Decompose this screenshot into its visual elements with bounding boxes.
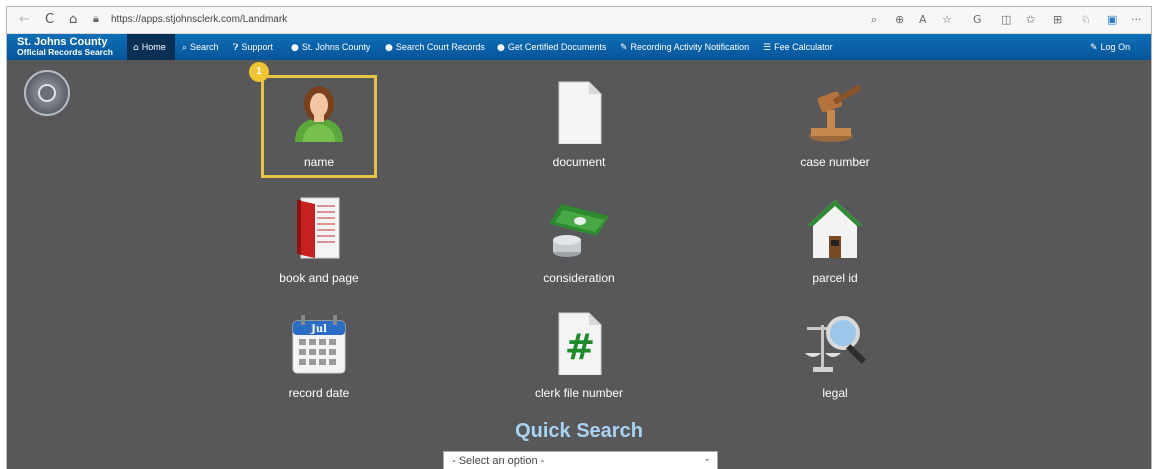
book-icon — [297, 197, 340, 259]
nav-st-johns-county-label: St. Johns County — [301, 42, 371, 52]
nav-home[interactable]: ⌂ Home — [127, 34, 175, 60]
quick-search-select[interactable]: - Select an option - ⌄ — [443, 451, 718, 469]
step-badge: 1 — [249, 62, 269, 82]
nav-recording-activity-notification[interactable]: ✎ Recording Activity Notification — [620, 34, 749, 60]
main-content: name 1 document case number book and pag… — [7, 60, 1151, 469]
scales-magnifier-icon — [805, 316, 866, 372]
document-icon — [558, 81, 602, 144]
home-icon: ⌂ — [133, 43, 139, 53]
gavel-icon — [809, 84, 862, 142]
back-icon[interactable]: ← — [19, 12, 30, 28]
money-icon — [549, 204, 609, 257]
calendar-icon: Jul — [292, 315, 346, 374]
tile-record-date[interactable]: Jul record date — [239, 305, 399, 410]
extension-icon[interactable]: ♘ — [1081, 13, 1091, 27]
quick-search-select-value: - Select an option - — [452, 455, 545, 467]
nav-support[interactable]: ❓︎ Support — [233, 34, 273, 60]
office-icon[interactable]: ▣ — [1107, 13, 1117, 27]
nav-search-court-records-label: Search Court Records — [395, 42, 485, 52]
nav-st-johns-county[interactable]: ● St. Johns County — [291, 34, 370, 60]
tile-case-number[interactable]: case number — [755, 74, 915, 179]
tile-clerk-file-number[interactable]: # clerk file number — [499, 305, 659, 410]
nav-search-court-records[interactable]: ● Search Court Records — [385, 34, 485, 60]
zoom-icon[interactable]: ⊕ — [895, 13, 904, 27]
wrench-icon: ✎ — [620, 43, 628, 53]
read-aloud-icon[interactable]: A — [919, 13, 927, 27]
globe-icon: ● — [497, 43, 505, 53]
nav-get-certified-documents[interactable]: ● Get Certified Documents — [497, 34, 606, 60]
tile-parcel-id[interactable]: parcel id — [755, 190, 915, 295]
list-icon: ☰ — [763, 43, 772, 53]
county-seal-logo — [24, 70, 70, 116]
nav-fee-calculator[interactable]: ☰ Fee Calculator — [763, 34, 833, 60]
globe-icon: ● — [385, 43, 393, 53]
site-navbar: St. Johns County Official Records Search… — [7, 34, 1151, 60]
collections-icon[interactable]: ⊞ — [1053, 13, 1062, 27]
home-icon[interactable]: ⌂ — [69, 12, 77, 28]
nav-search-label: Search — [190, 42, 219, 52]
address-bar[interactable]: https://apps.stjohnsclerk.com/Landmark — [111, 14, 287, 25]
lock-icon: 🔒︎ — [93, 12, 99, 25]
tile-consideration-label: consideration — [543, 271, 615, 285]
tile-clerk-file-number-label: clerk file number — [534, 386, 624, 400]
hash-symbol: # — [565, 327, 595, 368]
search-icon: ⌕ — [182, 43, 188, 53]
browser-window: ← C ⌂ 🔒︎ https://apps.stjohnsclerk.com/L… — [6, 6, 1152, 469]
focus-highlight — [261, 75, 377, 178]
tile-consideration[interactable]: consideration — [499, 190, 659, 295]
tile-parcel-id-label: parcel id — [812, 271, 858, 285]
nav-search[interactable]: ⌕ Search — [182, 34, 219, 60]
site-brand[interactable]: St. Johns County Official Records Search — [17, 36, 113, 58]
brand-line-1: St. Johns County — [17, 36, 108, 48]
nav-fee-calculator-label: Fee Calculator — [774, 42, 833, 52]
search-web-icon[interactable]: ⌕ — [871, 13, 877, 27]
more-icon[interactable]: ··· — [1131, 13, 1142, 27]
tile-document[interactable]: document — [499, 74, 659, 179]
quick-search-title: Quick Search — [515, 420, 643, 442]
reload-icon[interactable]: C — [45, 12, 54, 28]
split-screen-icon[interactable]: ◫ — [1001, 13, 1011, 27]
nav-get-certified-documents-label: Get Certified Documents — [507, 42, 607, 52]
tile-legal[interactable]: legal — [755, 305, 915, 410]
favorites-bar-icon[interactable]: ✩ — [1026, 13, 1035, 27]
chevron-down-icon: ⌄ — [703, 454, 711, 464]
nav-recording-activity-notification-label: Recording Activity Notification — [630, 42, 750, 52]
nav-log-on-label: Log On — [1100, 42, 1131, 52]
copilot-icon[interactable]: G — [973, 13, 982, 27]
hash-document-icon: # — [558, 312, 602, 375]
nav-support-label: Support — [241, 42, 273, 52]
tile-case-number-label: case number — [800, 155, 870, 169]
tile-book-and-page-label: book and page — [279, 271, 359, 285]
tile-book-and-page[interactable]: book and page — [239, 190, 399, 295]
calendar-month: Jul — [310, 324, 327, 335]
tile-legal-label: legal — [822, 386, 848, 400]
pencil-icon: ✎ — [1090, 43, 1098, 53]
tile-record-date-label: record date — [288, 386, 350, 400]
nav-log-on[interactable]: ✎ Log On — [1090, 34, 1130, 60]
favorite-icon[interactable]: ☆ — [942, 13, 952, 27]
house-icon — [807, 200, 863, 258]
globe-icon: ● — [291, 43, 299, 53]
browser-toolbar: ← C ⌂ 🔒︎ https://apps.stjohnsclerk.com/L… — [7, 7, 1151, 34]
question-icon: ❓︎ — [233, 43, 239, 53]
tile-document-label: document — [552, 155, 606, 169]
nav-home-label: Home — [141, 42, 166, 52]
brand-line-2: Official Records Search — [17, 47, 113, 57]
